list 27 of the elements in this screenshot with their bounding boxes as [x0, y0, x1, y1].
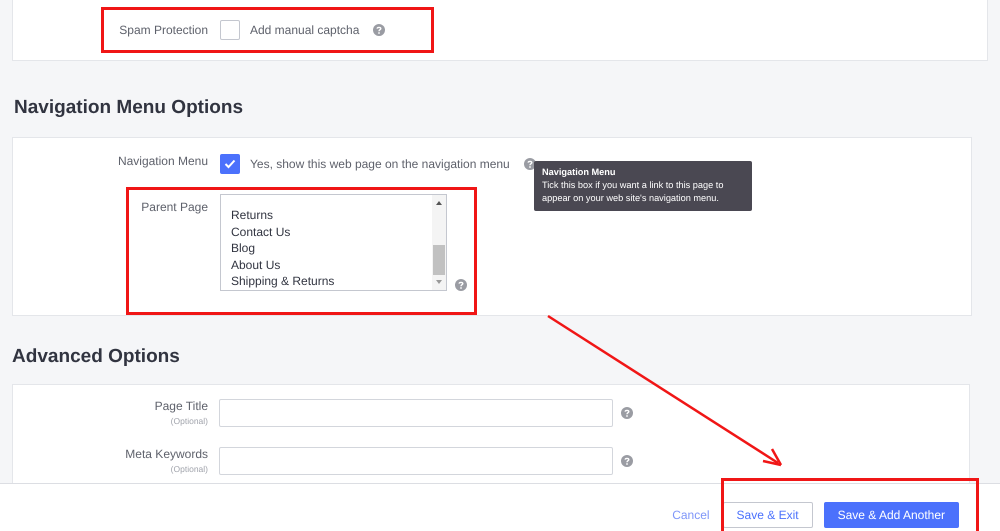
section-heading: Navigation Menu Options	[14, 97, 244, 119]
list-option[interactable]: Shipping & Returns	[229, 273, 336, 290]
save-add-button[interactable]: Save & Add Another	[824, 502, 959, 528]
parent-page-listbox[interactable]: Returns Contact Us Blog About Us Shipping & Returns	[220, 194, 447, 291]
tooltip-text: Tick this box if you want a link to this page to appear on your web site's navigation menu.	[542, 180, 724, 203]
field-label: Navigation Menu	[116, 154, 208, 170]
checkbox[interactable]	[220, 154, 240, 174]
optional-hint: (Optional)	[170, 464, 208, 474]
check-icon	[224, 159, 236, 169]
checkbox[interactable]	[220, 20, 240, 40]
list-option[interactable]: About Us	[229, 256, 282, 274]
field-label: Meta Keywords	[125, 447, 208, 461]
scrollbar[interactable]	[432, 195, 446, 290]
save-exit-button[interactable]: Save & Exit	[722, 502, 813, 528]
field-label: Page Title	[154, 399, 208, 413]
section-heading: Advanced Options	[12, 346, 181, 368]
optional-hint: (Optional)	[170, 416, 208, 426]
field-label: Spam Protection	[118, 23, 208, 37]
list-option[interactable]: Blog	[229, 240, 258, 257]
checkbox-label: Yes, show this web page on the navigation menu	[250, 157, 510, 171]
list-option[interactable]: Returns	[229, 207, 276, 224]
list-option[interactable]: Contact Us	[229, 224, 292, 240]
tooltip-title: Navigation Menu	[542, 166, 617, 179]
text-input[interactable]	[219, 447, 613, 475]
text-input[interactable]	[219, 399, 613, 427]
checkbox-label: Add manual captcha	[250, 23, 360, 37]
field-label: Parent Page	[140, 199, 208, 214]
